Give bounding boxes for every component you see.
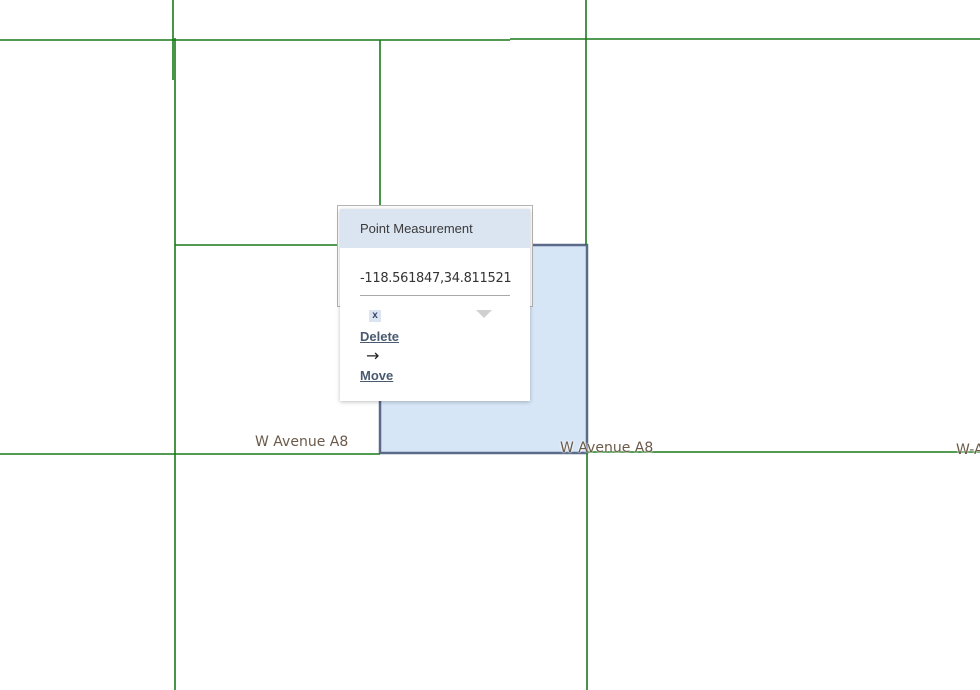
popup-title: Point Measurement: [340, 209, 530, 248]
close-icon[interactable]: x: [369, 310, 381, 322]
delete-link[interactable]: Delete: [360, 329, 399, 344]
popup-panel: Point Measurement -118.561847,34.811521 …: [340, 209, 530, 401]
road-label: W-A: [956, 442, 980, 458]
move-link[interactable]: Move: [360, 368, 393, 383]
dropdown-arrow-icon[interactable]: [476, 310, 492, 318]
road-label: W Avenue A8: [560, 440, 654, 456]
right-arrow-icon: →: [366, 346, 380, 365]
road-label: W Avenue A8: [255, 434, 349, 450]
coordinate-readout: -118.561847,34.811521: [360, 271, 512, 286]
measurement-popup: Point Measurement -118.561847,34.811521 …: [337, 205, 533, 403]
divider: [360, 295, 510, 296]
